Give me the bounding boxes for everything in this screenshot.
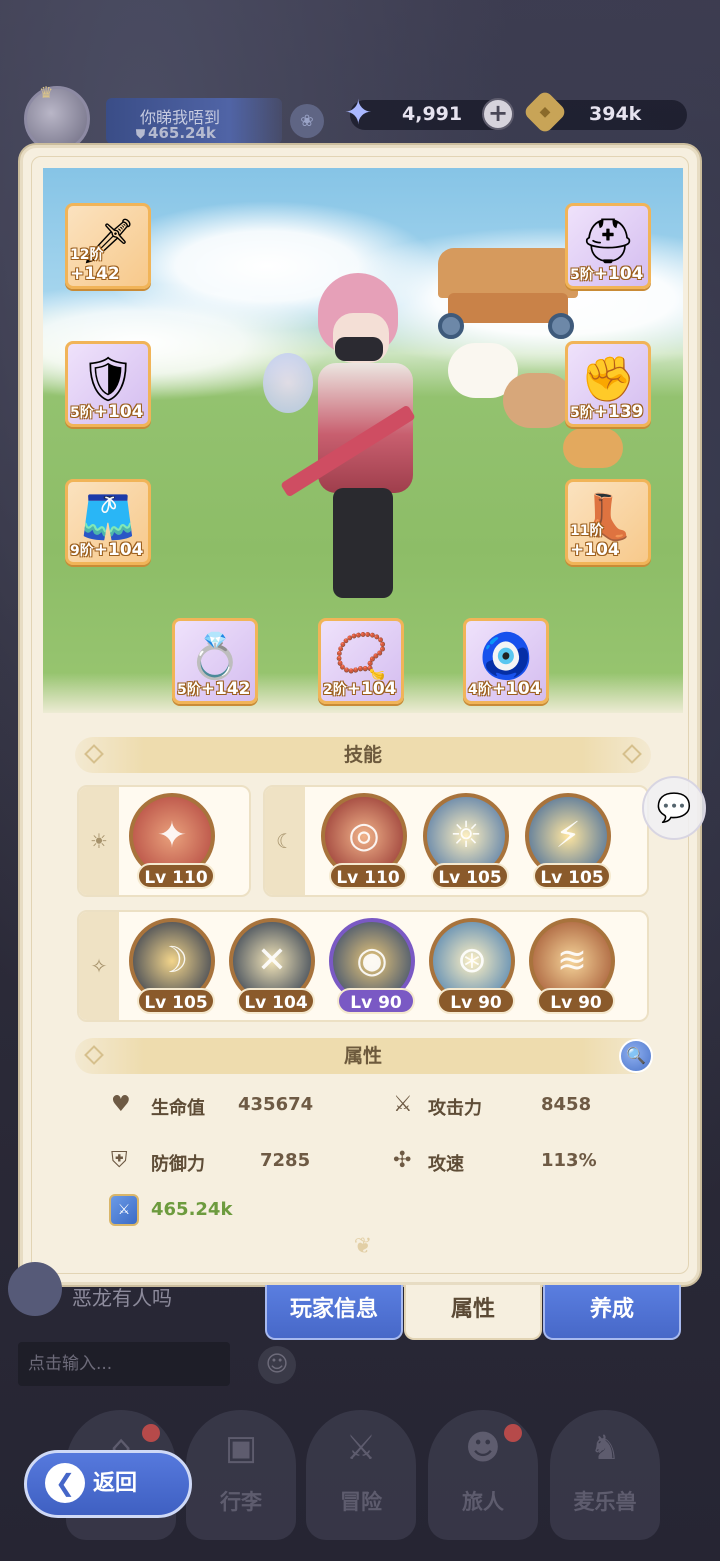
notification-dot (142, 1424, 160, 1442)
gem-icon: ✦ (344, 93, 373, 133)
crossed-swords-icon: ⚔ (393, 1092, 413, 1117)
player-name-plate: 你睇我唔到 ⛊ 465.24k (106, 98, 282, 144)
tab-attributes[interactable]: 属性 (404, 1285, 542, 1340)
skills-header: 技能 (75, 737, 651, 773)
skill-crescent[interactable]: ☽ Lv 105 (129, 918, 215, 1014)
shield-icon: ⛊ (136, 127, 146, 141)
sun-icon: ☀ (79, 787, 119, 895)
nav-adventure[interactable]: ⚔ 冒险 (306, 1410, 416, 1540)
equip-slot-chest[interactable]: 🛡 5阶+104 (65, 341, 151, 427)
back-arrow-icon: ❮ (45, 1463, 85, 1503)
skills-title: 技能 (343, 744, 382, 766)
tab-player-info[interactable]: 玩家信息 (265, 1285, 403, 1340)
player-power: ⛊ 465.24k (136, 124, 216, 142)
power-value: 465.24k (151, 1199, 233, 1220)
speed-icon: ✣ (393, 1148, 412, 1173)
search-icon[interactable]: 🔍 (619, 1039, 653, 1073)
skill-group-moon: ☾ ◎ Lv 110 ☼ Lv 105 ⚡ Lv 105 (263, 785, 649, 897)
back-button[interactable]: ❮ 返回 (24, 1450, 192, 1518)
ornament-icon: ❦ (353, 1234, 373, 1259)
crown-icon: ♛ (39, 83, 54, 102)
charm-icon: 🧿 (478, 631, 534, 682)
cat-icon: ♞ (589, 1428, 621, 1468)
heart-icon: ♥ (111, 1092, 131, 1117)
player-avatar[interactable]: ♛ (24, 83, 90, 152)
equip-slot-boots[interactable]: 👢 11阶+104 (565, 479, 651, 565)
star-icon: ✧ (79, 912, 119, 1020)
moon-icon: ☾ (265, 787, 305, 895)
def-label: 防御力 (151, 1154, 205, 1175)
necklace-icon: 📿 (333, 631, 389, 682)
chat-last-message: 恶龙有人吗 (72, 1286, 172, 1310)
skill-hero-charge[interactable]: ⚡ Lv 105 (525, 793, 611, 889)
coin-value: 394k (589, 103, 642, 125)
coin-icon: ◆ (522, 89, 568, 135)
def-value: 7285 (260, 1150, 311, 1171)
crossed-swords-icon: ⚔ (345, 1428, 377, 1468)
chat-input[interactable]: 点击输入... (18, 1342, 230, 1386)
equip-slot-ring[interactable]: 💍 5阶+142 (172, 618, 258, 704)
skill-vortex[interactable]: ◎ Lv 110 (321, 793, 407, 889)
ring-icon: 💍 (187, 631, 243, 682)
skill-hero-blast[interactable]: ☼ Lv 105 (423, 793, 509, 889)
skill-eye[interactable]: ◉ Lv 90 (329, 918, 415, 1014)
nav-beasts[interactable]: ♞ 麦乐兽 (550, 1410, 660, 1540)
tab-cultivate[interactable]: 养成 (543, 1285, 681, 1340)
attributes-header: 属性 🔍 (75, 1038, 653, 1074)
nav-traveler[interactable]: ☻ 旅人 (428, 1410, 538, 1540)
character-panel: 🗡 12阶+142 🛡 5阶+104 🩳 9阶+104 ⛑ 5阶+104 ✊ 5… (20, 145, 700, 1285)
top-bar: ♛ 你睇我唔到 ⛊ 465.24k ❀ ✦ 4,991 + ◆ 394k (0, 80, 720, 152)
equip-slot-pants[interactable]: 🩳 9阶+104 (65, 479, 151, 565)
equip-slot-necklace[interactable]: 📿 2阶+104 (318, 618, 404, 704)
player-power-value: 465.24k (148, 124, 216, 142)
skill-claw[interactable]: ≋ Lv 90 (529, 918, 615, 1014)
gem-value: 4,991 (402, 103, 463, 125)
armor-icon: 🛡 (80, 354, 136, 405)
paw-icon[interactable]: ❀ (290, 104, 324, 138)
skill-group-sun: ☀ ✦ Lv 110 (77, 785, 251, 897)
coin-counter: ◆ 394k (522, 89, 687, 135)
emoji-icon[interactable]: ☺ (258, 1346, 296, 1384)
chat-avatar (8, 1262, 62, 1316)
spd-label: 攻速 (428, 1154, 464, 1175)
gauntlet-icon: ✊ (580, 354, 636, 405)
nav-luggage[interactable]: ▣ 行李 (186, 1410, 296, 1540)
pants-icon: 🩳 (80, 492, 136, 543)
atk-value: 8458 (541, 1094, 592, 1115)
bag-icon: ▣ (224, 1428, 258, 1468)
hp-value: 435674 (238, 1094, 314, 1115)
power-badge-icon: ⚔ (109, 1194, 139, 1226)
equip-slot-helmet[interactable]: ⛑ 5阶+104 (565, 203, 651, 289)
attributes-title: 属性 (343, 1045, 382, 1067)
chat-bubble-icon[interactable]: 💬 (642, 776, 706, 840)
back-label: 返回 (93, 1471, 138, 1496)
plush-bear-brown (503, 373, 573, 428)
skill-group-star: ✧ ☽ Lv 105 ✕ Lv 104 ◉ Lv 90 ⊛ Lv 90 ≋ Lv… (77, 910, 649, 1022)
player-tag[interactable]: ♛ 你睇我唔到 ⛊ 465.24k (10, 83, 282, 152)
add-gems-button[interactable]: + (482, 98, 514, 130)
notification-dot (504, 1424, 522, 1442)
skill-shuriken[interactable]: ✦ Lv 110 (129, 793, 215, 889)
equip-slot-charm[interactable]: 🧿 4阶+104 (463, 618, 549, 704)
spd-value: 113% (541, 1150, 597, 1171)
gem-counter: ✦ 4,991 + (344, 94, 514, 132)
equip-slot-weapon[interactable]: 🗡 12阶+142 (65, 203, 151, 289)
equip-slot-gloves[interactable]: ✊ 5阶+139 (565, 341, 651, 427)
helmet-icon: ⛑ (580, 216, 636, 267)
plush-lion (563, 428, 623, 468)
skill-target-eye[interactable]: ⊛ Lv 90 (429, 918, 515, 1014)
atk-label: 攻击力 (428, 1098, 482, 1119)
skill-slash[interactable]: ✕ Lv 104 (229, 918, 315, 1014)
hp-label: 生命值 (151, 1098, 205, 1119)
shield-icon: ⛨ (111, 1148, 128, 1173)
hero-character[interactable] (263, 273, 463, 623)
